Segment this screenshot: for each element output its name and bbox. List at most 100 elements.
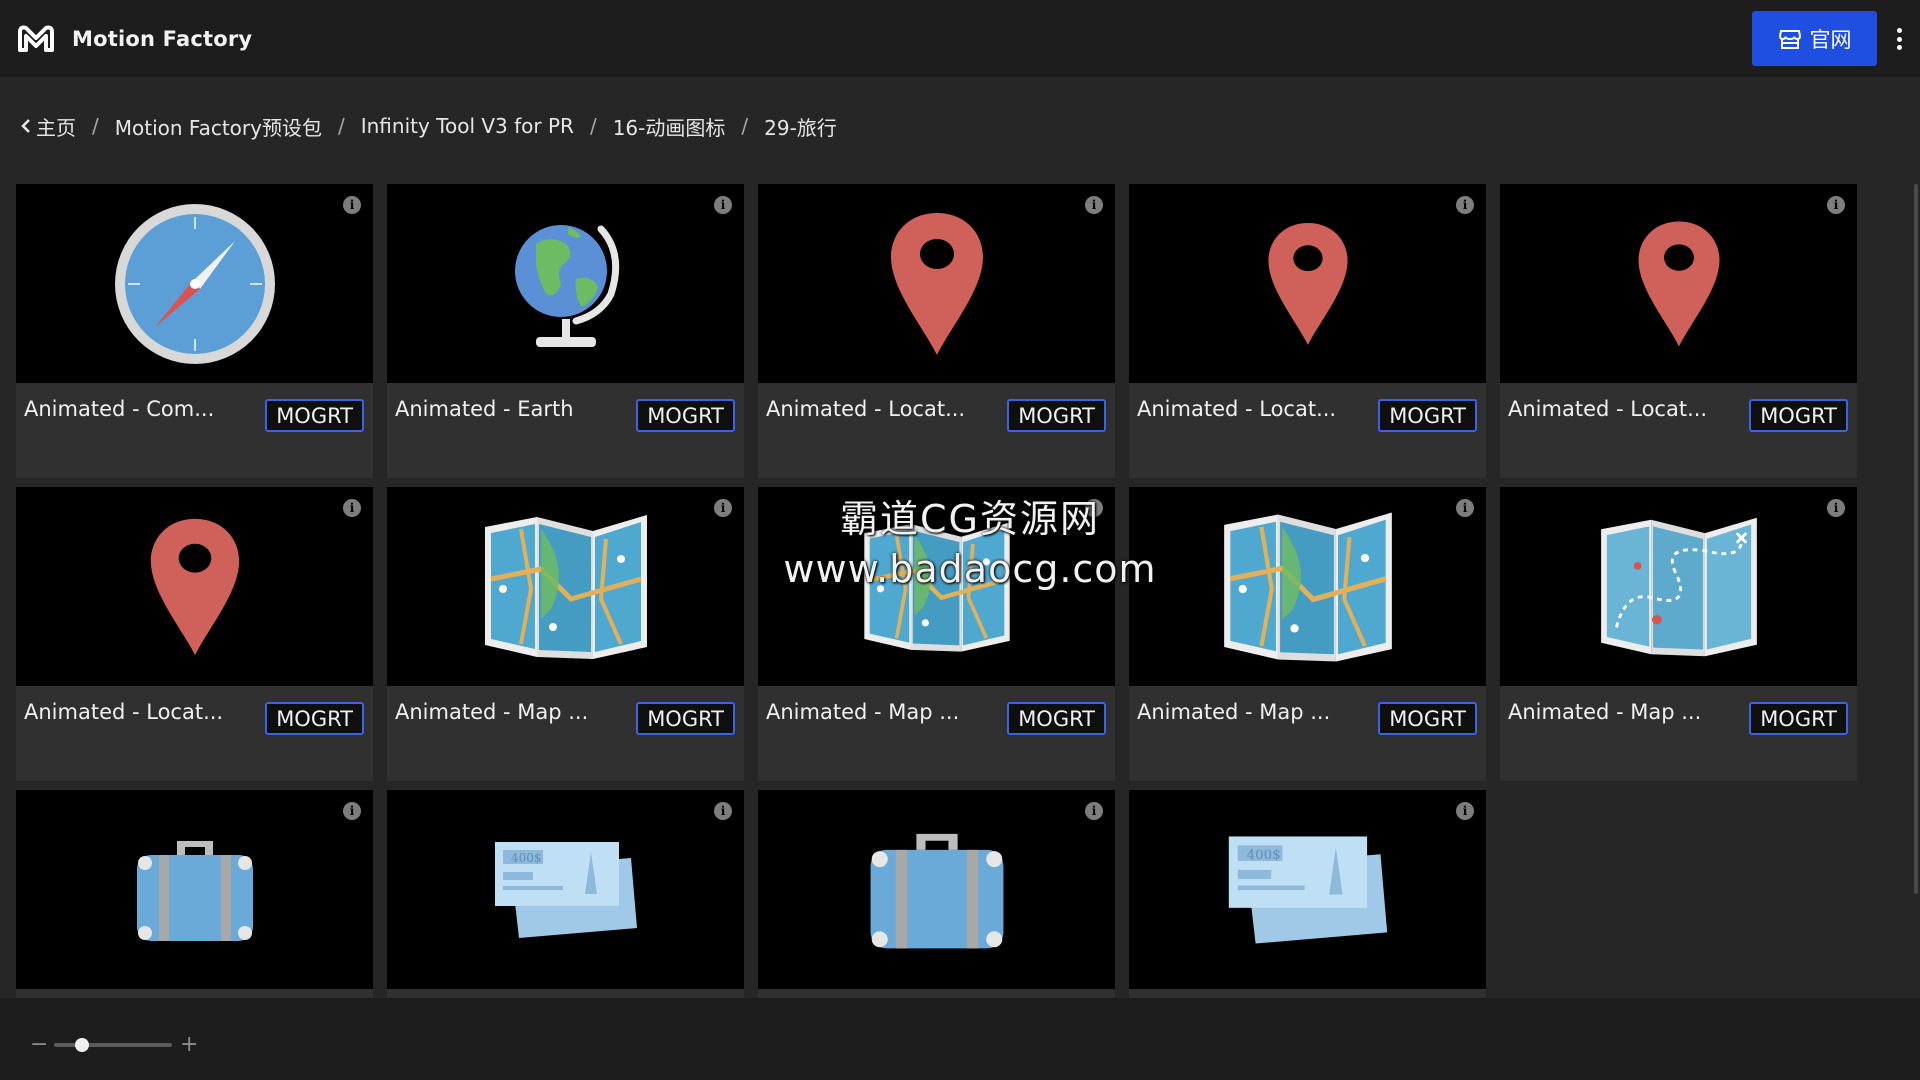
location-pin-icon bbox=[150, 518, 239, 655]
card-title: Animated - Locat... bbox=[1137, 397, 1337, 421]
breadcrumb-home[interactable]: 主页 bbox=[20, 112, 76, 141]
info-icon[interactable]: i bbox=[343, 499, 361, 517]
info-icon[interactable]: i bbox=[714, 802, 732, 820]
breadcrumb-item[interactable]: Motion Factory预设包 bbox=[115, 112, 322, 141]
info-icon[interactable]: i bbox=[1827, 196, 1845, 214]
preset-card[interactable]: i Animated - Map ... MOGRT bbox=[387, 487, 744, 781]
compass-icon bbox=[114, 203, 275, 364]
more-dot-icon bbox=[1896, 28, 1902, 33]
ticket-price: 400$ bbox=[1246, 847, 1280, 862]
ticket-price: 400$ bbox=[511, 851, 542, 865]
map-icon bbox=[484, 514, 647, 659]
mogrt-badge: MOGRT bbox=[1007, 399, 1106, 432]
breadcrumb-separator: / bbox=[92, 114, 99, 138]
card-thumbnail bbox=[758, 790, 1115, 989]
motion-factory-logo-icon bbox=[18, 25, 54, 52]
card-thumbnail bbox=[1500, 487, 1857, 686]
chevron-left-icon bbox=[21, 119, 30, 133]
info-icon[interactable]: i bbox=[1085, 196, 1103, 214]
card-title: Animated - Locat... bbox=[766, 397, 966, 421]
zoom-slider-handle[interactable] bbox=[75, 1038, 89, 1052]
preset-card[interactable]: 400$ i bbox=[1129, 790, 1486, 998]
preset-card[interactable]: i Animated - Map ... MOGRT bbox=[758, 487, 1115, 781]
mogrt-badge: MOGRT bbox=[636, 399, 735, 432]
suitcase-icon bbox=[870, 833, 1003, 948]
mogrt-badge: MOGRT bbox=[1007, 702, 1106, 735]
treasure-map-icon bbox=[1600, 517, 1757, 656]
info-icon[interactable]: i bbox=[343, 196, 361, 214]
ticket-icon: 400$ bbox=[1228, 835, 1387, 944]
card-title: Animated - Locat... bbox=[1508, 397, 1708, 421]
card-thumbnail bbox=[387, 487, 744, 686]
card-title: Animated - Locat... bbox=[24, 700, 224, 724]
info-icon[interactable]: i bbox=[1085, 499, 1103, 517]
zoom-out-button[interactable]: − bbox=[30, 1034, 48, 1056]
card-title: Animated - Map ... bbox=[1137, 700, 1331, 724]
breadcrumb-item[interactable]: Infinity Tool V3 for PR bbox=[361, 114, 574, 138]
info-icon[interactable]: i bbox=[1456, 499, 1474, 517]
preset-card[interactable]: i Animated - Locat... MOGRT bbox=[1129, 184, 1486, 478]
mogrt-badge: MOGRT bbox=[265, 702, 364, 735]
brand[interactable]: Motion Factory bbox=[16, 20, 252, 57]
preset-card[interactable]: i Animated - Map ... MOGRT bbox=[1129, 487, 1486, 781]
card-thumbnail bbox=[758, 184, 1115, 383]
info-icon[interactable]: i bbox=[1827, 499, 1845, 517]
zoom-in-button[interactable]: + bbox=[180, 1034, 198, 1056]
preset-card[interactable]: i Animated - Locat... MOGRT bbox=[758, 184, 1115, 478]
card-thumbnail bbox=[387, 184, 744, 383]
card-title: Animated - Map ... bbox=[395, 700, 589, 724]
preset-card[interactable]: i bbox=[16, 790, 373, 998]
info-icon[interactable]: i bbox=[1085, 802, 1103, 820]
globe-icon bbox=[514, 224, 619, 347]
mogrt-badge: MOGRT bbox=[1378, 399, 1477, 432]
info-icon[interactable]: i bbox=[343, 802, 361, 820]
card-thumbnail: 400$ bbox=[1129, 790, 1486, 989]
card-thumbnail bbox=[1500, 184, 1857, 383]
mogrt-badge: MOGRT bbox=[1378, 702, 1477, 735]
card-thumbnail bbox=[1129, 487, 1486, 686]
preset-card[interactable]: 400$ i bbox=[387, 790, 744, 998]
card-thumbnail bbox=[16, 487, 373, 686]
breadcrumb-item[interactable]: 16-动画图标 bbox=[613, 112, 726, 141]
card-thumbnail bbox=[1129, 184, 1486, 383]
bottom-bar bbox=[0, 998, 1920, 1080]
card-thumbnail bbox=[758, 487, 1115, 686]
preset-card[interactable]: i bbox=[758, 790, 1115, 998]
mogrt-badge: MOGRT bbox=[1749, 399, 1848, 432]
preset-card[interactable]: i Animated - Map ... MOGRT bbox=[1500, 487, 1857, 781]
card-thumbnail bbox=[16, 184, 373, 383]
info-icon[interactable]: i bbox=[1456, 802, 1474, 820]
ticket-icon: 400$ bbox=[494, 841, 637, 938]
preset-card[interactable]: i Animated - Earth MOGRT bbox=[387, 184, 744, 478]
zoom-slider[interactable] bbox=[54, 1038, 172, 1052]
more-dot-icon bbox=[1896, 36, 1902, 42]
grid-scrollbar[interactable] bbox=[1914, 184, 1918, 894]
info-icon[interactable]: i bbox=[1456, 196, 1474, 214]
breadcrumb-separator: / bbox=[589, 114, 597, 138]
card-title: Animated - Com... bbox=[24, 397, 215, 421]
card-thumbnail bbox=[16, 790, 373, 989]
card-thumbnail: 400$ bbox=[387, 790, 744, 989]
info-icon[interactable]: i bbox=[714, 196, 732, 214]
preset-card[interactable]: i Animated - Locat... MOGRT bbox=[1500, 184, 1857, 478]
official-site-button[interactable]: 官网 bbox=[1752, 11, 1877, 66]
breadcrumb-separator: / bbox=[337, 114, 345, 138]
preset-card[interactable]: i Animated - Locat... MOGRT bbox=[16, 487, 373, 781]
zoom-control: − + bbox=[30, 1034, 198, 1056]
preset-card[interactable]: i Animated - Com... MOGRT bbox=[16, 184, 373, 478]
more-dot-icon bbox=[1896, 45, 1902, 50]
mogrt-badge: MOGRT bbox=[636, 702, 735, 735]
more-options-button[interactable] bbox=[1890, 24, 1908, 54]
mogrt-badge: MOGRT bbox=[265, 399, 364, 432]
location-pin-icon bbox=[1638, 221, 1719, 346]
map-icon bbox=[1223, 511, 1392, 662]
breadcrumb: 主页 / Motion Factory预设包 / Infinity Tool V… bbox=[20, 111, 837, 141]
card-title: Animated - Map ... bbox=[1508, 700, 1702, 724]
card-title: Animated - Map ... bbox=[766, 700, 960, 724]
top-bar: Motion Factory 官网 bbox=[0, 0, 1920, 77]
breadcrumb-current[interactable]: 29-旅行 bbox=[764, 112, 837, 141]
breadcrumb-label: 主页 bbox=[36, 115, 76, 140]
info-icon[interactable]: i bbox=[714, 499, 732, 517]
map-icon bbox=[863, 521, 1010, 652]
breadcrumb-separator: / bbox=[741, 114, 749, 138]
